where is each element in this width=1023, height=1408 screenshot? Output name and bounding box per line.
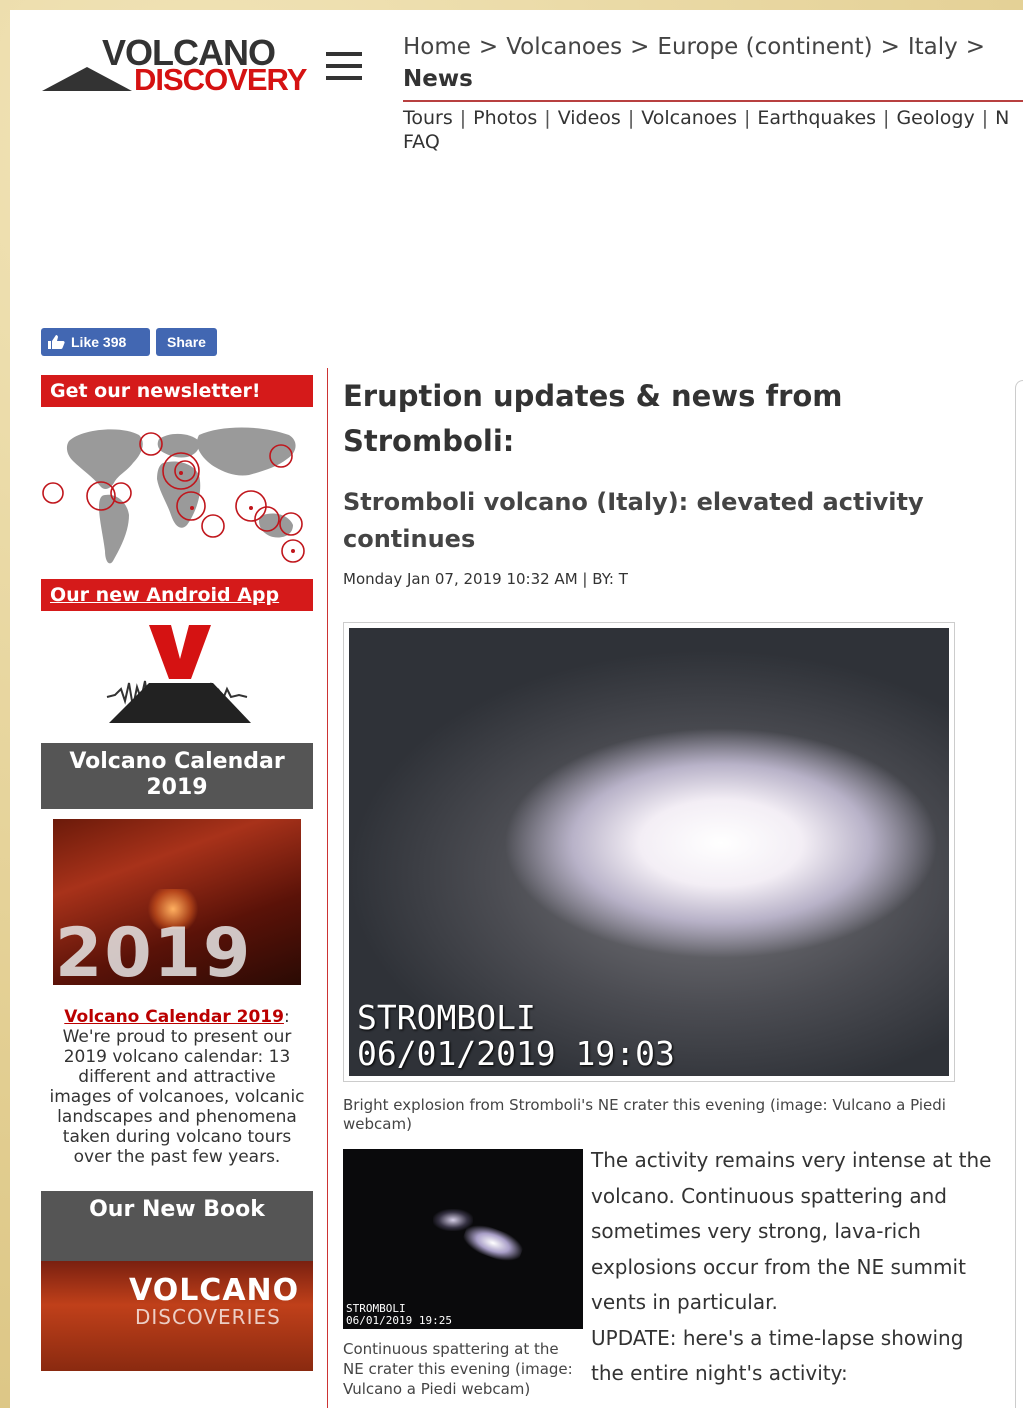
nav-photos[interactable]: Photos <box>473 107 537 129</box>
photo-stamp-line2: 06/01/2019 19:03 <box>357 1034 675 1073</box>
android-app-icon[interactable] <box>41 611 313 743</box>
breadcrumb-volcanoes[interactable]: Volcanoes <box>506 34 622 60</box>
like-count-label: Like 398 <box>71 334 127 350</box>
article-text: The activity remains very intense at the… <box>591 1143 999 1392</box>
photo-caption: Bright explosion from Stromboli's NE cra… <box>343 1096 946 1133</box>
breadcrumb-separator: > <box>630 34 650 60</box>
breadcrumb-separator: > <box>965 34 986 60</box>
thumbnail-caption: Continuous spattering at the NE crater t… <box>343 1340 573 1398</box>
right-panel-edge <box>1015 380 1023 1408</box>
thumbnail-photo[interactable]: STROMBOLI 06/01/2019 19:25 <box>343 1149 583 1329</box>
sidebar-divider <box>327 368 328 1408</box>
logo-text-discovery: DISCOVERY <box>134 62 307 97</box>
world-map-icon[interactable] <box>41 411 313 579</box>
photo-timestamp: STROMBOLI 06/01/2019 19:03 <box>357 1000 675 1072</box>
nav-geology[interactable]: Geology <box>896 107 974 129</box>
thumb-stamp-line2: 06/01/2019 19:25 <box>346 1314 452 1327</box>
breadcrumb-europe[interactable]: Europe (continent) <box>657 34 872 60</box>
book-title-line2: DISCOVERIES <box>135 1305 281 1329</box>
breadcrumb-separator: > <box>478 34 499 60</box>
breadcrumb-separator: > <box>880 34 900 60</box>
book-banner-text: Our New Book <box>89 1197 265 1222</box>
breadcrumb-italy[interactable]: Italy <box>908 34 958 60</box>
nav-tours[interactable]: Tours <box>403 107 453 129</box>
main-content: Eruption updates & news from Stromboli: … <box>343 368 1003 1408</box>
book-cover-image[interactable]: VOLCANO DISCOVERIES <box>41 1261 313 1371</box>
eruption-photo[interactable]: STROMBOLI 06/01/2019 19:03 <box>349 628 949 1076</box>
calendar-banner[interactable]: Volcano Calendar 2019 <box>41 743 313 809</box>
calendar-image[interactable]: 2019 <box>53 819 301 985</box>
top-nav: Tours | Photos | Videos | Volcanoes | Earthquake… <box>403 107 1010 129</box>
article-byline: Monday Jan 07, 2019 10:32 AM | BY: T <box>343 570 628 588</box>
breadcrumb: Home > Volcanoes > Europe (continent) > Italy > <box>403 34 993 60</box>
page: VOLCANO DISCOVERY Home > Volcanoes > Europe … <box>10 10 1023 1408</box>
article-body-row: STROMBOLI 06/01/2019 19:25 Continuous sp… <box>343 1148 1003 1408</box>
newsletter-banner[interactable]: Get our newsletter! <box>41 375 313 407</box>
menu-icon[interactable] <box>326 52 362 82</box>
calendar-link[interactable]: Volcano Calendar 2019 <box>64 1007 284 1027</box>
book-banner[interactable]: Our New Book <box>41 1191 313 1261</box>
nav-volcanoes[interactable]: Volcanoes <box>641 107 737 129</box>
sidebar: Get our newsletter! Our new Android App … <box>41 375 313 1371</box>
nav-faq[interactable]: FAQ <box>403 131 440 153</box>
header-divider <box>403 100 1023 102</box>
main-photo-frame: STROMBOLI 06/01/2019 19:03 <box>343 622 955 1082</box>
nav-more[interactable]: N <box>995 107 1009 129</box>
facebook-share-button[interactable]: Share <box>156 328 217 356</box>
article-update: UPDATE: here's a time-lapse showing the … <box>591 1325 964 1386</box>
calendar-text: : We're proud to present our 2019 volcan… <box>49 1007 305 1167</box>
thumbs-up-icon <box>48 335 65 349</box>
calendar-image-year: 2019 <box>55 914 253 985</box>
calendar-banner-text: Volcano Calendar 2019 <box>69 749 285 800</box>
android-app-link[interactable]: Our new Android App <box>41 579 313 611</box>
thumbnail-glow <box>460 1219 526 1267</box>
thumbnail-timestamp: STROMBOLI 06/01/2019 19:25 <box>346 1303 452 1327</box>
article-paragraph: The activity remains very intense at the… <box>591 1148 992 1314</box>
calendar-description: Volcano Calendar 2019: We're proud to pr… <box>41 1007 313 1167</box>
book-title-line1: VOLCANO <box>129 1273 300 1308</box>
nav-earthquakes[interactable]: Earthquakes <box>757 107 876 129</box>
photo-stamp-line1: STROMBOLI <box>357 998 536 1037</box>
nav-videos[interactable]: Videos <box>558 107 621 129</box>
page-heading: Eruption updates & news from Stromboli: <box>343 379 843 458</box>
facebook-like-button[interactable]: Like 398 <box>41 328 150 356</box>
breadcrumb-current: News <box>403 66 473 92</box>
breadcrumb-home[interactable]: Home <box>403 34 471 60</box>
article-title[interactable]: Stromboli volcano (Italy): elevated acti… <box>343 484 1003 558</box>
site-logo[interactable]: VOLCANO DISCOVERY <box>42 32 322 107</box>
